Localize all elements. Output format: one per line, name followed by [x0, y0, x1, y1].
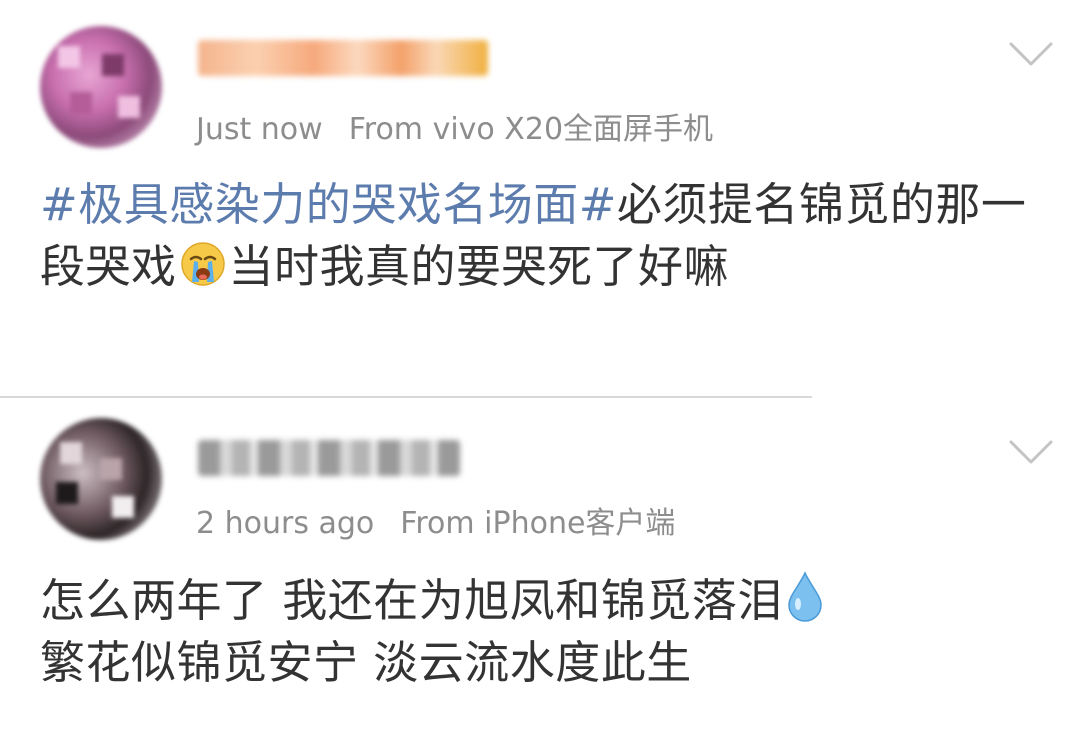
post-text-continued: 繁花似锦觅安宁 淡云流水度此生: [40, 636, 692, 689]
post-source[interactable]: From iPhone客户端: [400, 506, 675, 541]
chevron-down-icon[interactable]: [1008, 438, 1054, 466]
avatar[interactable]: [40, 418, 162, 540]
chevron-down-icon[interactable]: [1008, 40, 1054, 68]
feed-post[interactable]: 2 hours ago From iPhone客户端 怎么两年了 我还在为旭凤和锦…: [0, 398, 1080, 738]
username-blurred[interactable]: [198, 40, 488, 76]
post-text-continued: 当时我真的要哭死了好嘛: [228, 240, 730, 293]
post-content: #极具感染力的哭戏名场面#必须提名锦觅的那一段哭戏 当时我真的要哭死了好嘛: [40, 174, 1056, 298]
post-meta: Just now From vivo X20全面屏手机: [196, 104, 713, 148]
post-time: Just now: [196, 112, 323, 147]
droplet-icon: [788, 571, 822, 622]
post-source[interactable]: From vivo X20全面屏手机: [349, 112, 713, 147]
avatar[interactable]: [40, 26, 162, 148]
post-time: 2 hours ago: [196, 506, 375, 541]
post-meta: 2 hours ago From iPhone客户端: [196, 498, 675, 542]
username-blurred[interactable]: [198, 440, 460, 476]
crying-face-icon: [180, 242, 225, 286]
feed-post[interactable]: Just now From vivo X20全面屏手机 #极具感染力的哭戏名场面#…: [0, 0, 1080, 396]
hashtag-link[interactable]: #极具感染力的哭戏名场面#: [40, 178, 617, 231]
post-content: 怎么两年了 我还在为旭凤和锦觅落泪 繁花似锦觅安宁 淡云流水度此生: [40, 570, 1056, 694]
post-text: 怎么两年了 我还在为旭凤和锦觅落泪: [40, 574, 783, 627]
